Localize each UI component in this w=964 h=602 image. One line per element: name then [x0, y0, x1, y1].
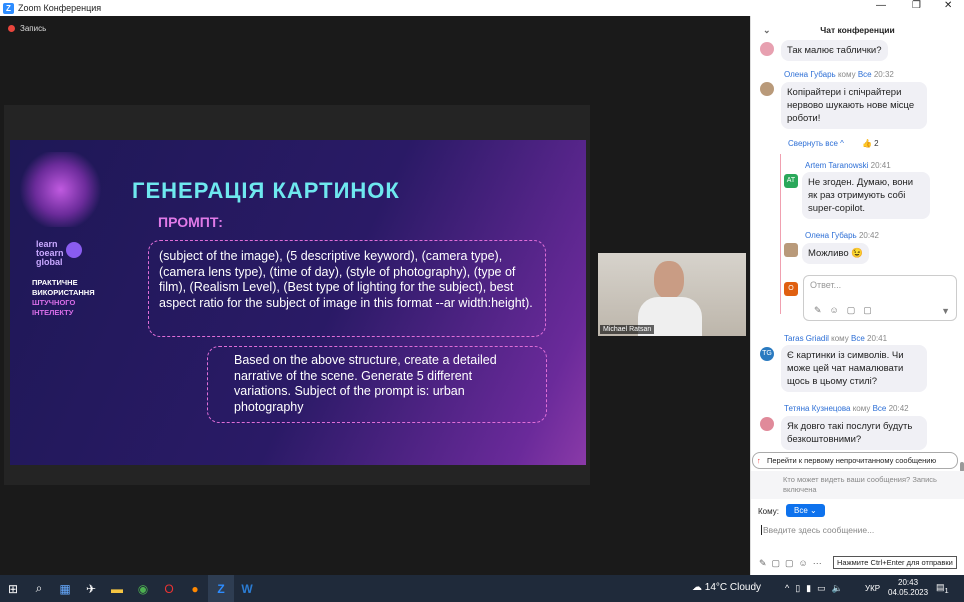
chrome-icon[interactable]: ◉	[130, 575, 156, 602]
opera-icon[interactable]: O	[156, 575, 182, 602]
chat-message: Копірайтери і спічрайтери нервово шукают…	[781, 82, 927, 129]
minimize-button[interactable]: —	[876, 0, 886, 11]
record-icon	[8, 24, 15, 32]
prompt-bubble: (subject of the image), (5 descriptive k…	[148, 240, 546, 337]
participant-video[interactable]: Michael Ratsan	[598, 253, 746, 336]
reaction-thumbs-up[interactable]: 👍 2	[862, 139, 879, 148]
slide-illustration	[18, 152, 103, 227]
window-title: Zoom Конференция	[18, 3, 102, 13]
word-icon[interactable]: W	[234, 575, 260, 602]
language-indicator[interactable]: УКР	[865, 584, 880, 593]
chat-panel: ⌄ Чат конференции Так малює таблички? Оле…	[750, 16, 964, 575]
reply-toolbar-icons[interactable]: ✎☺▢▢	[814, 305, 880, 316]
app-icon[interactable]: ✈	[78, 575, 104, 602]
avatar: AT	[784, 174, 798, 188]
privacy-notice[interactable]: Кто может видеть ваши сообщения? Запись …	[783, 475, 953, 495]
participant-name: Michael Ratsan	[600, 325, 655, 334]
chevron-down-icon[interactable]: ⌄	[763, 25, 771, 36]
search-icon[interactable]: ⌕	[26, 575, 52, 602]
title-bar: Z Zoom Конференция — ❐ ✕	[0, 0, 964, 16]
chat-message: Так малює таблички?	[781, 40, 888, 61]
file-explorer-icon[interactable]: ▬	[104, 575, 130, 602]
presentation-slide: learn toearn global ПРАКТИЧНЕ ВИКОРИСТАННЯ Ш…	[10, 140, 586, 465]
send-icon[interactable]: ▼	[941, 306, 950, 316]
notification-icon[interactable]: ▤1	[936, 582, 949, 595]
avatar: TG	[760, 347, 774, 361]
avatar	[760, 82, 774, 96]
restore-button[interactable]: ❐	[912, 0, 921, 11]
avatar	[784, 243, 798, 257]
avatar	[760, 417, 774, 431]
message-input[interactable]: Введите здесь сообщение...	[761, 525, 874, 535]
prompt-label: ПРОМПТ:	[158, 214, 223, 230]
recording-label: Запись	[20, 23, 47, 33]
chat-message: Є картинки із символів. Чи може цей чат …	[781, 345, 927, 392]
chat-title: Чат конференции	[820, 25, 895, 35]
weather-widget[interactable]: ☁ 14°C Cloudy	[692, 582, 761, 593]
taskbar: ⊞ ⌕ ▦ ✈ ▬ ◉ O ● Z W ☁ 14°C Cloudy ^▯▮▭🔈 …	[0, 575, 964, 602]
recording-indicator[interactable]: Запись	[0, 16, 750, 40]
chat-reply: Не згоден. Думаю, вони як раз отримують …	[802, 172, 930, 219]
firefox-icon[interactable]: ●	[182, 575, 208, 602]
instruction-bubble: Based on the above structure, create a d…	[207, 346, 547, 423]
reply-input[interactable]: Ответ... ✎☺▢▢ ▼	[803, 275, 957, 321]
arrow-up-icon: ↑	[757, 456, 761, 465]
course-name: ПРАКТИЧНЕ ВИКОРИСТАННЯ ШТУЧНОГО ІНТЕЛЕКТУ	[32, 278, 95, 317]
to-label: Кому:	[758, 507, 779, 516]
brand-logo: learn toearn global	[36, 240, 82, 267]
zoom-icon[interactable]: Z	[208, 575, 234, 602]
compose-toolbar-icons[interactable]: ✎▢▢☺⋯	[759, 558, 827, 569]
send-hint-tooltip: Нажмите Ctrl+Enter для отправки	[833, 556, 957, 569]
slide-title: ГЕНЕРАЦІЯ КАРТИНОК	[132, 178, 400, 203]
clock[interactable]: 20:43 04.05.2023	[888, 578, 928, 598]
chat-message: Як довго такі послуги будуть безкоштовни…	[781, 416, 927, 450]
calculator-icon[interactable]: ▦	[52, 575, 78, 602]
chat-reply: Можливо 😉	[802, 243, 870, 264]
avatar: O	[784, 282, 798, 296]
close-button[interactable]: ✕	[944, 0, 952, 11]
avatar	[760, 42, 774, 56]
windows-start-icon[interactable]: ⊞	[0, 575, 26, 602]
jump-to-unread-button[interactable]: ↑ Перейти к первому непрочитанному сообще…	[752, 452, 958, 469]
tray-icons[interactable]: ^▯▮▭🔈	[785, 583, 849, 594]
collapse-thread-button[interactable]: Свернуть все ^	[788, 139, 844, 148]
zoom-logo-icon: Z	[3, 2, 14, 14]
recipient-dropdown[interactable]: Все ⌄	[786, 504, 825, 517]
